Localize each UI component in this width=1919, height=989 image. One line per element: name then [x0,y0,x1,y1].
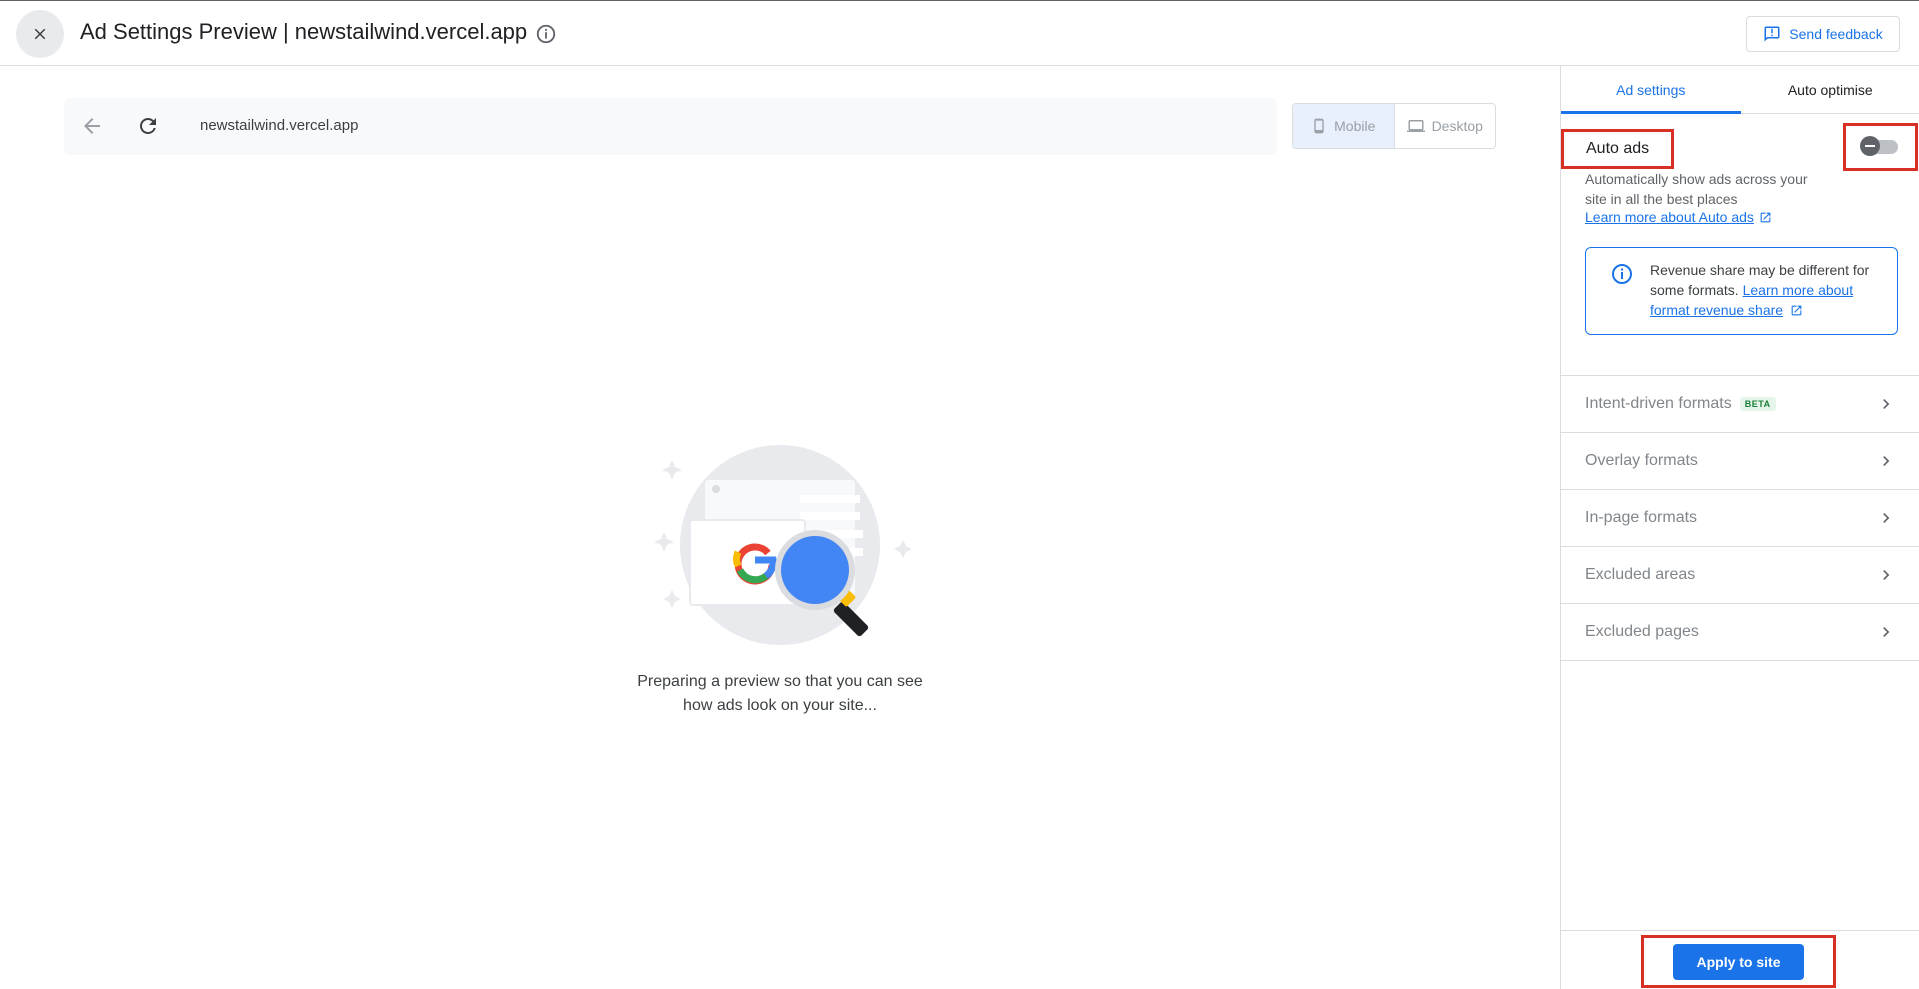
preview-url: newstailwind.vercel.app [200,117,359,134]
arrow-left-icon[interactable] [80,114,104,138]
learn-more-auto-ads-label: Learn more about Auto ads [1585,209,1754,225]
section-title: Overlay formats [1585,452,1698,469]
device-toggle: Mobile Desktop [1292,103,1496,149]
section-title: In-page formats [1585,509,1698,526]
mobile-label: Mobile [1334,118,1376,134]
settings-tabs: Ad settings Auto optimise [1561,66,1919,114]
send-feedback-button[interactable]: Send feedback [1746,16,1900,52]
info-icon [1612,264,1632,284]
apply-highlight: Apply to site [1641,935,1836,988]
revenue-share-notice: Revenue share may be different for some … [1585,247,1898,335]
tab-ad-settings[interactable]: Ad settings [1561,66,1741,114]
close-icon [34,28,46,40]
auto-ads-toggle[interactable] [1843,123,1918,171]
feedback-icon [1764,26,1780,42]
format-sections: Intent-driven formats BETA Overlay forma… [1561,375,1919,661]
learn-more-auto-ads-link[interactable]: Learn more about Auto ads [1585,209,1772,225]
preview-loading-text: Preparing a preview so that you can see … [580,670,980,718]
section-in-page-formats[interactable]: In-page formats [1561,490,1919,547]
settings-panel: Ad settings Auto optimise Auto ads Autom… [1560,66,1919,989]
section-title: Excluded areas [1585,566,1696,583]
laptop-icon [1406,120,1425,132]
section-excluded-areas[interactable]: Excluded areas [1561,547,1919,604]
auto-ads-description: Automatically show ads across your site … [1585,171,1808,207]
send-feedback-label: Send feedback [1789,26,1883,42]
chevron-right-icon [1883,456,1890,466]
loading-line-2: how ads look on your site... [683,697,877,714]
top-header: Ad Settings Preview | newstailwind.verce… [0,0,1919,66]
chevron-right-icon [1883,513,1890,523]
chevron-right-icon [1883,570,1890,580]
section-intent-driven-formats[interactable]: Intent-driven formats BETA [1561,376,1919,433]
auto-ads-label: Auto ads [1561,129,1674,169]
toggle-knob [1859,136,1880,156]
external-link-icon [1791,305,1802,316]
refresh-icon[interactable] [136,114,160,138]
toggle-track [1859,136,1898,156]
preview-url-bar: newstailwind.vercel.app [64,98,1277,155]
tab-auto-optimise[interactable]: Auto optimise [1741,66,1919,113]
close-button[interactable] [16,10,64,58]
beta-badge: BETA [1739,397,1776,411]
phone-icon [1314,118,1324,134]
external-link-icon [1760,212,1771,222]
section-overlay-formats[interactable]: Overlay formats [1561,433,1919,490]
info-icon[interactable] [535,23,557,45]
panel-footer: Apply to site [1561,930,1919,989]
desktop-button[interactable]: Desktop [1395,104,1496,148]
mobile-button[interactable]: Mobile [1293,104,1395,148]
desktop-label: Desktop [1431,118,1483,134]
preview-loading-illustration [654,445,912,645]
section-title: Intent-driven formats [1585,395,1732,412]
section-title: Excluded pages [1585,623,1699,640]
chevron-right-icon [1883,627,1890,637]
loading-line-1: Preparing a preview so that you can see [637,673,923,690]
section-label: Intent-driven formats BETA [1585,395,1776,413]
apply-to-site-button[interactable]: Apply to site [1673,943,1804,980]
revenue-share-text: Revenue share may be different for some … [1650,260,1886,320]
page-title: Ad Settings Preview | newstailwind.verce… [80,19,528,44]
chevron-right-icon [1883,399,1890,409]
section-excluded-pages[interactable]: Excluded pages [1561,604,1919,661]
